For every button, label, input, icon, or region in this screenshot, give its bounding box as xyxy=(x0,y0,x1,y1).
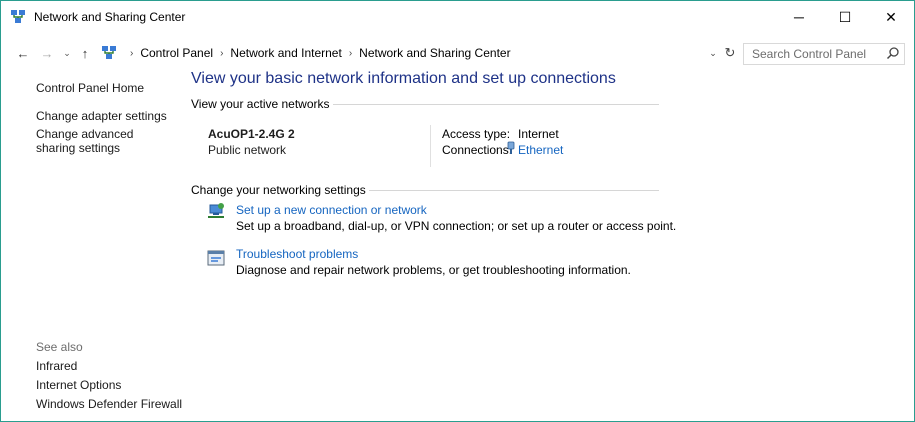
firewall-link[interactable]: Windows Defender Firewall xyxy=(36,397,182,411)
breadcrumb-network-and-internet[interactable]: Network and Internet xyxy=(230,46,341,60)
search-icon[interactable] xyxy=(886,46,900,62)
recent-locations-chevron-icon[interactable]: ⌄ xyxy=(59,43,75,63)
setup-connection-desc: Set up a broadband, dial-up, or VPN conn… xyxy=(236,219,677,233)
breadcrumb-separator-icon[interactable]: › xyxy=(349,48,352,59)
breadcrumb-separator-icon[interactable]: › xyxy=(130,48,133,59)
internet-options-link[interactable]: Internet Options xyxy=(36,378,121,392)
address-dropdown-icon[interactable]: ⌄ xyxy=(706,45,720,61)
network-type: Public network xyxy=(208,143,287,157)
infrared-link[interactable]: Infrared xyxy=(36,359,77,373)
network-center-icon xyxy=(11,10,25,23)
breadcrumb-control-panel[interactable]: Control Panel xyxy=(140,46,213,60)
troubleshoot-link[interactable]: Troubleshoot problems xyxy=(236,247,358,261)
access-type-label: Access type: xyxy=(442,127,511,141)
window: Network and Sharing Center ─ ☐ ✕ ← → ⌄ ↑… xyxy=(0,0,915,422)
active-networks-title: View your active networks xyxy=(191,97,330,111)
breadcrumb-separator-icon[interactable]: › xyxy=(220,48,223,59)
setup-connection-link[interactable]: Set up a new connection or network xyxy=(236,203,427,217)
maximize-button[interactable]: ☐ xyxy=(822,1,868,33)
connections-label: Connections: xyxy=(442,143,513,157)
forward-arrow-icon[interactable]: → xyxy=(39,43,55,63)
search-box[interactable] xyxy=(743,43,905,65)
refresh-icon[interactable]: ↻ xyxy=(722,44,738,62)
minimize-button[interactable]: ─ xyxy=(776,1,822,33)
network-center-icon xyxy=(102,46,116,59)
network-name: AcuOP1-2.4G 2 xyxy=(208,127,295,141)
vertical-divider xyxy=(430,125,431,167)
access-type-value: Internet xyxy=(518,127,559,141)
change-advanced-sharing-link[interactable]: Change advanced sharing settings xyxy=(36,127,166,155)
ethernet-icon xyxy=(507,141,515,154)
page-heading: View your basic network information and … xyxy=(191,70,616,87)
window-title: Network and Sharing Center xyxy=(34,10,186,24)
title-bar: Network and Sharing Center ─ ☐ ✕ xyxy=(1,1,914,33)
close-button[interactable]: ✕ xyxy=(868,1,914,33)
back-arrow-icon[interactable]: ← xyxy=(15,43,31,63)
up-arrow-icon[interactable]: ↑ xyxy=(77,43,93,63)
control-panel-home-link[interactable]: Control Panel Home xyxy=(36,81,144,95)
address-bar[interactable]: › Control Panel › Network and Internet ›… xyxy=(97,43,711,63)
section-divider xyxy=(369,190,659,191)
see-also-label: See also xyxy=(36,340,83,354)
breadcrumb-network-and-sharing-center[interactable]: Network and Sharing Center xyxy=(359,46,510,60)
troubleshoot-desc: Diagnose and repair network problems, or… xyxy=(236,263,631,277)
networking-settings-title: Change your networking settings xyxy=(191,183,366,197)
change-adapter-settings-link[interactable]: Change adapter settings xyxy=(36,109,167,123)
ethernet-link[interactable]: Ethernet xyxy=(518,143,563,157)
troubleshoot-icon xyxy=(207,250,225,266)
section-divider xyxy=(333,104,659,105)
search-input[interactable] xyxy=(750,46,884,62)
new-connection-icon xyxy=(208,203,224,218)
address-row: ← → ⌄ ↑ › Control Panel › Network and In… xyxy=(1,41,914,65)
